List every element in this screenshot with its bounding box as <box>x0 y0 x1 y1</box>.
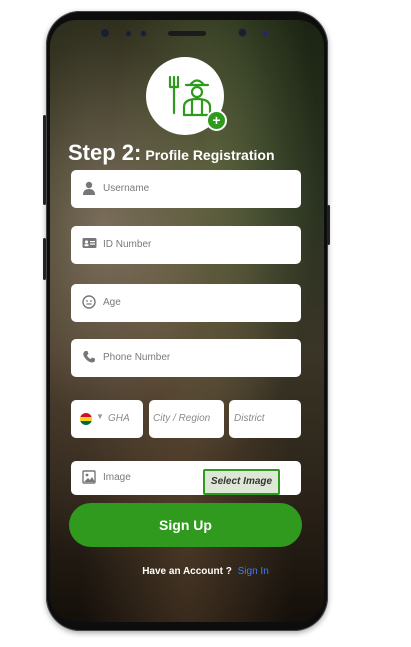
ghana-flag-icon <box>80 413 92 425</box>
phone-number-placeholder: Phone Number <box>103 352 171 363</box>
page-title: Step 2: Profile Registration <box>68 140 275 166</box>
speaker-grille <box>168 31 206 36</box>
username-field[interactable]: Username <box>71 170 301 208</box>
volume-button <box>43 115 46 205</box>
status-bar <box>50 20 324 48</box>
city-region-field[interactable]: City / Region <box>149 400 224 438</box>
step-subtitle: Profile Registration <box>145 147 275 163</box>
username-placeholder: Username <box>103 183 150 194</box>
phone-number-field[interactable]: Phone Number <box>71 339 301 377</box>
image-label: Image <box>103 472 131 483</box>
city-region-placeholder: City / Region <box>153 413 211 424</box>
select-image-button[interactable]: Select Image <box>203 469 280 495</box>
step-label: Step 2: <box>68 140 142 165</box>
age-icon <box>81 295 97 311</box>
power-button <box>327 205 330 245</box>
sensor-icon-2 <box>140 30 147 37</box>
district-placeholder: District <box>234 413 265 424</box>
sign-in-link[interactable]: Sign In <box>238 566 269 577</box>
volume-button-2 <box>43 238 46 280</box>
user-icon <box>81 181 97 197</box>
phone-icon <box>81 350 97 366</box>
country-code-value: GHA <box>108 413 130 424</box>
plus-icon[interactable]: + <box>206 110 227 131</box>
sensor-icon <box>125 30 132 37</box>
id-number-field[interactable]: ID Number <box>71 226 301 264</box>
have-account-text: Have an Account ? <box>142 566 232 577</box>
id-card-icon <box>81 237 97 253</box>
proximity-sensor-icon <box>238 28 247 37</box>
front-camera-icon <box>100 28 110 38</box>
country-code-select[interactable]: ▼ GHA <box>71 400 143 438</box>
age-placeholder: Age <box>103 297 121 308</box>
have-account-row: Have an Account ? Sign In <box>0 566 411 577</box>
image-icon <box>81 470 97 486</box>
id-number-placeholder: ID Number <box>103 239 152 250</box>
age-field[interactable]: Age <box>71 284 301 322</box>
chevron-down-icon: ▼ <box>96 412 104 421</box>
district-field[interactable]: District <box>229 400 301 438</box>
sign-up-button[interactable]: Sign Up <box>69 503 302 547</box>
iris-scanner-icon <box>262 30 269 37</box>
